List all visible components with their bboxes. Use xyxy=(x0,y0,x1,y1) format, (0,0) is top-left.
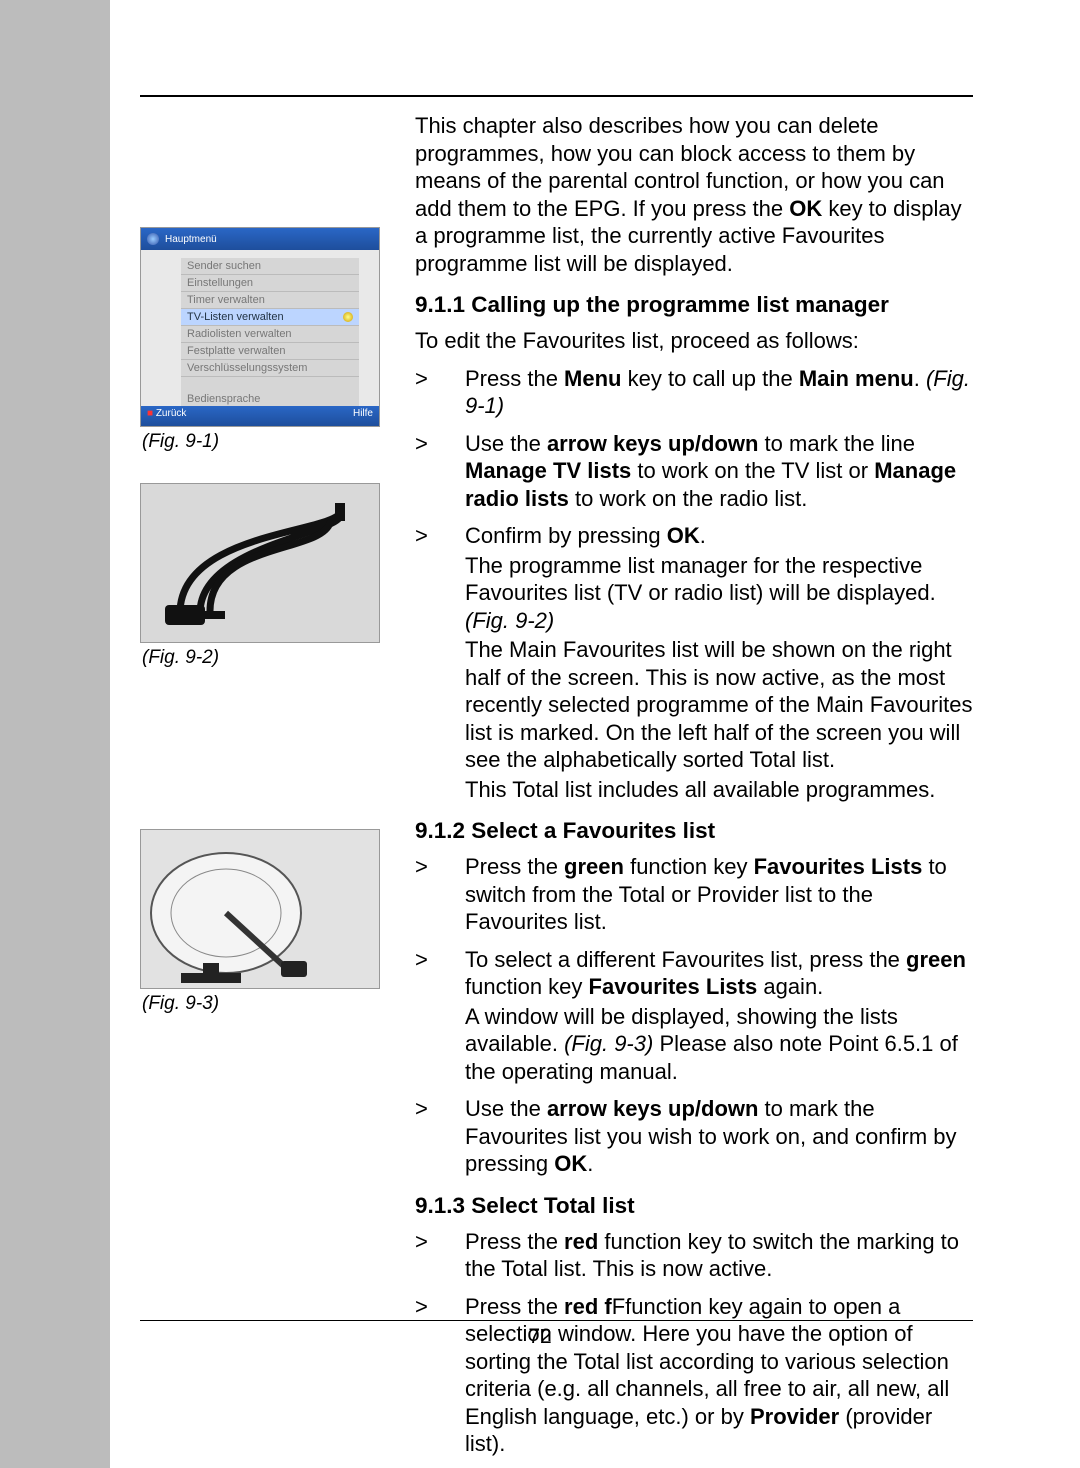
fig91-menu-item-highlighted: TV-Listen verwalten xyxy=(181,309,359,326)
step-body: Confirm by pressing OK. The programme li… xyxy=(465,522,973,803)
step: > Confirm by pressing OK. The programme … xyxy=(415,522,973,803)
top-rule xyxy=(140,95,973,97)
ok-indicator-icon xyxy=(343,312,353,322)
fig91-menu-item: Verschlüsselungssystem xyxy=(181,360,359,377)
step-bullet: > xyxy=(415,1228,435,1283)
manual-page: Hauptmenü Sender suchen Einstellungen Ti… xyxy=(0,0,1080,1468)
bottom-rule xyxy=(140,1320,973,1321)
fig91-caption: (Fig. 9-1) xyxy=(142,431,390,453)
figure-9-1: Hauptmenü Sender suchen Einstellungen Ti… xyxy=(140,227,380,427)
page-content: Hauptmenü Sender suchen Einstellungen Ti… xyxy=(110,0,1028,1468)
fig91-titlebar: Hauptmenü xyxy=(141,228,379,250)
fig91-menu-item: Einstellungen xyxy=(181,275,359,292)
step-bullet: > xyxy=(415,1293,435,1458)
fig91-menu-item: Sender suchen xyxy=(181,258,359,275)
fig91-help: Hilfe xyxy=(353,408,373,424)
step-body: Press the red fFfunction key again to op… xyxy=(465,1293,973,1458)
step-bullet: > xyxy=(415,946,435,1086)
menu-logo-icon xyxy=(147,233,159,245)
step: > Press the green function key Favourite… xyxy=(415,853,973,936)
step-bullet: > xyxy=(415,430,435,513)
figure-9-2 xyxy=(140,483,380,643)
step: > Use the arrow keys up/down to mark the… xyxy=(415,1095,973,1178)
heading-9-1-1: 9.1.1 Calling up the programme list mana… xyxy=(415,291,973,319)
step-bullet: > xyxy=(415,522,435,803)
page-number: 72 xyxy=(0,1325,1080,1349)
sec911-lead: To edit the Favourites list, proceed as … xyxy=(415,327,973,355)
step-body: Press the Menu key to call up the Main m… xyxy=(465,365,973,420)
step-bullet: > xyxy=(415,365,435,420)
figure-9-3 xyxy=(140,829,380,989)
step: > Use the arrow keys up/down to mark the… xyxy=(415,430,973,513)
step-bullet: > xyxy=(415,1095,435,1178)
fig91-footer: ■ Zurück Hilfe xyxy=(141,406,379,426)
fig91-title: Hauptmenü xyxy=(165,234,217,245)
left-grey-margin xyxy=(0,0,110,1468)
fig92-caption: (Fig. 9-2) xyxy=(142,647,390,669)
step: > Press the red function key to switch t… xyxy=(415,1228,973,1283)
intro-paragraph: This chapter also describes how you can … xyxy=(415,112,973,277)
dish-illustration-icon xyxy=(141,833,341,988)
cable-illustration-icon xyxy=(150,493,370,633)
figures-column: Hauptmenü Sender suchen Einstellungen Ti… xyxy=(140,112,390,1468)
step-body: To select a different Favourites list, p… xyxy=(465,946,973,1086)
fig91-menu-item: Radiolisten verwalten xyxy=(181,326,359,343)
step-bullet: > xyxy=(415,853,435,936)
step-body: Press the green function key Favourites … xyxy=(465,853,973,936)
fig93-caption: (Fig. 9-3) xyxy=(142,993,390,1015)
step-body: Use the arrow keys up/down to mark the F… xyxy=(465,1095,973,1178)
step: > Press the red fFfunction key again to … xyxy=(415,1293,973,1458)
step-body: Use the arrow keys up/down to mark the l… xyxy=(465,430,973,513)
text-column: This chapter also describes how you can … xyxy=(415,112,973,1468)
fig91-back: ■ Zurück xyxy=(147,408,186,424)
step: > Press the Menu key to call up the Main… xyxy=(415,365,973,420)
step: > To select a different Favourites list,… xyxy=(415,946,973,1086)
fig91-menu-panel: Sender suchen Einstellungen Timer verwal… xyxy=(181,258,359,408)
fig91-menu-item: Timer verwalten xyxy=(181,292,359,309)
heading-9-1-3: 9.1.3 Select Total list xyxy=(415,1192,973,1220)
fig91-menu-item: Festplatte verwalten xyxy=(181,343,359,360)
step-body: Press the red function key to switch the… xyxy=(465,1228,973,1283)
heading-9-1-2: 9.1.2 Select a Favourites list xyxy=(415,817,973,845)
